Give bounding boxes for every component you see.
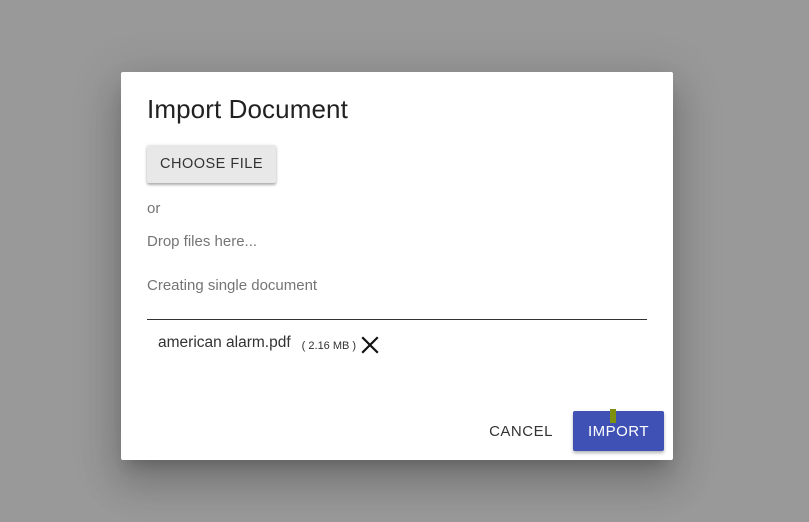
import-button[interactable]: IMPORT: [573, 411, 664, 451]
file-list-item: american alarm.pdf ( 2.16 MB ): [158, 330, 380, 356]
import-mode-text: Creating single document: [147, 277, 318, 294]
close-icon[interactable]: [360, 335, 380, 355]
dialog-title: Import Document: [147, 94, 348, 124]
import-document-dialog: Import Document CHOOSE FILE or Drop file…: [121, 72, 673, 460]
file-size: ( 2.16 MB ): [301, 339, 357, 352]
divider: [147, 319, 647, 320]
or-separator-text: or: [147, 200, 161, 217]
mouse-cursor-marker: [610, 409, 616, 423]
file-name: american alarm.pdf: [158, 334, 291, 351]
choose-file-button[interactable]: CHOOSE FILE: [147, 145, 276, 183]
cancel-button[interactable]: CANCEL: [481, 411, 561, 451]
drop-zone-hint[interactable]: Drop files here...: [147, 233, 257, 250]
